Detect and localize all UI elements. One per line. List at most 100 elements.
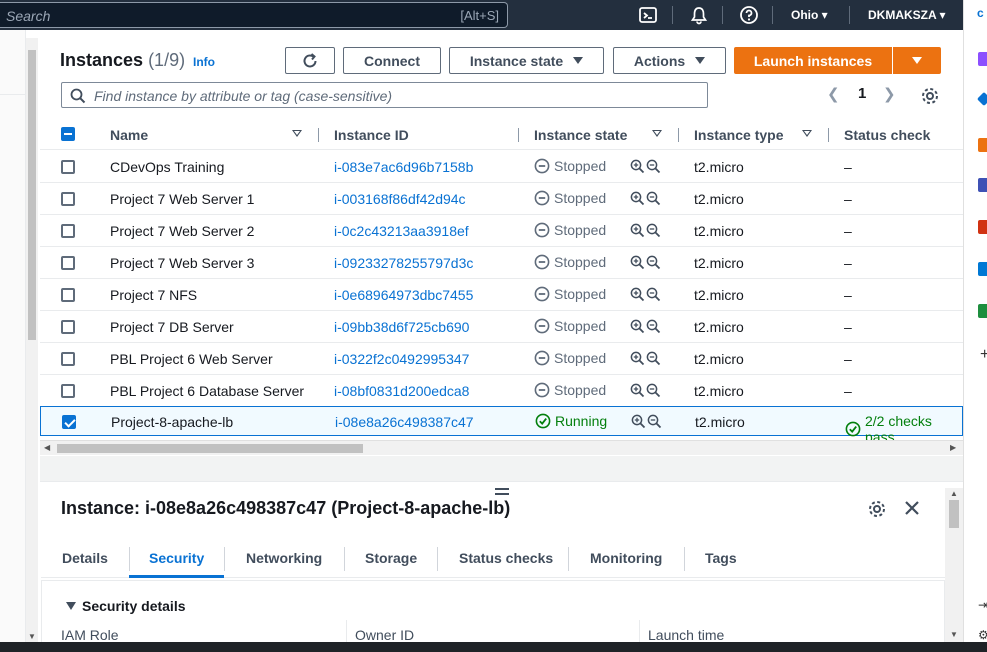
- dock-app-icon[interactable]: [978, 178, 987, 192]
- instance-id-link[interactable]: i-0e68964973dbc7455: [334, 287, 473, 303]
- tab-tags[interactable]: Tags: [705, 550, 737, 566]
- row-select-checkbox[interactable]: [62, 415, 76, 429]
- zoom-in-icon[interactable]: [631, 414, 646, 429]
- instance-id-link[interactable]: i-09bb38d6f725cb690: [334, 319, 469, 335]
- tab-monitoring[interactable]: Monitoring: [590, 550, 662, 566]
- scroll-down-icon[interactable]: ▼: [28, 632, 36, 641]
- dock-app-icon[interactable]: [978, 220, 987, 234]
- help-icon[interactable]: [739, 5, 759, 25]
- detail-vertical-scrollbar[interactable]: ▲ ▼: [945, 488, 963, 642]
- zoom-out-icon[interactable]: [647, 414, 662, 429]
- region-selector[interactable]: Ohio ▾: [791, 8, 828, 22]
- scroll-right-icon[interactable]: ▶: [950, 443, 956, 452]
- refresh-button[interactable]: [285, 47, 335, 74]
- zoom-in-icon[interactable]: [630, 159, 645, 174]
- dock-app-icon[interactable]: [976, 91, 987, 107]
- table-row[interactable]: Project 7 Web Server 1 i-003168f86df42d94…: [40, 183, 963, 215]
- tab-networking[interactable]: Networking: [246, 550, 322, 566]
- table-row[interactable]: Project 7 Web Server 3 i-09233278255797d3…: [40, 247, 963, 279]
- sort-caret-icon[interactable]: [802, 130, 812, 137]
- cloudshell-icon[interactable]: [638, 5, 658, 25]
- instance-id-link[interactable]: i-0322f2c0492995347: [334, 351, 469, 367]
- current-page[interactable]: 1: [858, 85, 866, 102]
- main-vertical-scrollbar[interactable]: ▼: [26, 38, 38, 642]
- dock-app-icon[interactable]: [978, 304, 987, 318]
- tab-details[interactable]: Details: [62, 550, 108, 566]
- select-all-checkbox[interactable]: [61, 127, 75, 141]
- dock-app-icon[interactable]: [978, 52, 987, 66]
- dock-exit-icon[interactable]: ⇥: [978, 598, 987, 612]
- scrollbar-thumb[interactable]: [28, 50, 36, 340]
- table-row[interactable]: PBL Project 6 Web Server i-0322f2c0492995…: [40, 343, 963, 375]
- instance-id-link[interactable]: i-0c2c43213aa3918ef: [334, 223, 469, 239]
- row-select-checkbox[interactable]: [61, 160, 75, 174]
- zoom-in-icon[interactable]: [630, 255, 645, 270]
- security-details-toggle[interactable]: Security details: [66, 598, 186, 614]
- dock-add-icon[interactable]: +: [980, 346, 987, 364]
- zoom-in-icon[interactable]: [630, 223, 645, 238]
- scrollbar-thumb[interactable]: [57, 444, 363, 453]
- column-header-name[interactable]: Name: [110, 127, 148, 143]
- column-resizer[interactable]: [828, 128, 829, 142]
- launch-instances-button[interactable]: Launch instances: [734, 47, 892, 74]
- row-select-checkbox[interactable]: [61, 224, 75, 238]
- row-select-checkbox[interactable]: [61, 256, 75, 270]
- zoom-out-icon[interactable]: [646, 223, 661, 238]
- column-resizer[interactable]: [518, 128, 519, 142]
- instance-filter-input[interactable]: Find instance by attribute or tag (case-…: [61, 82, 708, 108]
- dock-app-icon[interactable]: c: [977, 6, 987, 20]
- global-search-input[interactable]: Search [Alt+S]: [0, 2, 508, 28]
- row-select-checkbox[interactable]: [61, 352, 75, 366]
- table-row[interactable]: Project 7 DB Server i-09bb38d6f725cb690 St…: [40, 311, 963, 343]
- zoom-in-icon[interactable]: [630, 351, 645, 366]
- next-page-icon[interactable]: ❯: [883, 85, 896, 103]
- table-row[interactable]: Project-8-apache-lb i-08e8a26c498387c47 Ru…: [40, 406, 963, 445]
- tab-storage[interactable]: Storage: [365, 550, 417, 566]
- column-resizer[interactable]: [678, 128, 679, 142]
- table-row[interactable]: Project 7 NFS i-0e68964973dbc7455 Stopped t…: [40, 279, 963, 311]
- scrollbar-thumb[interactable]: [949, 500, 959, 528]
- table-row[interactable]: Project 7 Web Server 2 i-0c2c43213aa3918e…: [40, 215, 963, 247]
- zoom-out-icon[interactable]: [646, 351, 661, 366]
- actions-dropdown[interactable]: Actions: [613, 47, 726, 74]
- tab-status-checks[interactable]: Status checks: [459, 550, 553, 566]
- split-panel-drag-handle[interactable]: [495, 488, 509, 496]
- table-horizontal-scrollbar[interactable]: ◀ ▶: [40, 440, 963, 455]
- row-select-checkbox[interactable]: [61, 320, 75, 334]
- notifications-bell-icon[interactable]: [689, 5, 709, 25]
- launch-options-dropdown[interactable]: [893, 47, 941, 74]
- previous-page-icon[interactable]: ❮: [827, 85, 840, 103]
- info-link[interactable]: Info: [193, 55, 215, 69]
- connect-button[interactable]: Connect: [343, 47, 441, 74]
- account-menu[interactable]: DKMAKSZA ▾: [868, 8, 946, 22]
- column-header-instance-type[interactable]: Instance type: [694, 127, 783, 143]
- instance-id-link[interactable]: i-08e8a26c498387c47: [335, 414, 474, 430]
- instance-id-link[interactable]: i-08bf0831d200edca8: [334, 383, 469, 399]
- zoom-in-icon[interactable]: [630, 319, 645, 334]
- instance-id-link[interactable]: i-083e7ac6d96b7158b: [334, 159, 473, 175]
- scroll-up-icon[interactable]: ▲: [950, 489, 958, 498]
- scroll-left-icon[interactable]: ◀: [44, 443, 50, 452]
- dock-settings-icon[interactable]: ⚙: [978, 628, 987, 642]
- close-icon[interactable]: [903, 499, 921, 517]
- split-panel-settings-gear-icon[interactable]: [867, 499, 887, 519]
- scroll-down-icon[interactable]: ▼: [950, 630, 958, 639]
- zoom-out-icon[interactable]: [646, 191, 661, 206]
- instance-id-link[interactable]: i-003168f86df42d94c: [334, 191, 466, 207]
- column-header-instance-state[interactable]: Instance state: [534, 127, 627, 143]
- zoom-in-icon[interactable]: [630, 383, 645, 398]
- instance-state-dropdown[interactable]: Instance state: [449, 47, 604, 74]
- zoom-out-icon[interactable]: [646, 319, 661, 334]
- table-row[interactable]: CDevOps Training i-083e7ac6d96b7158b Stopp…: [40, 151, 963, 183]
- dock-app-icon[interactable]: [978, 262, 987, 276]
- table-preferences-gear-icon[interactable]: [920, 86, 940, 106]
- zoom-in-icon[interactable]: [630, 287, 645, 302]
- row-select-checkbox[interactable]: [61, 384, 75, 398]
- column-resizer[interactable]: [318, 128, 319, 142]
- zoom-out-icon[interactable]: [646, 287, 661, 302]
- tab-security[interactable]: Security: [149, 550, 204, 566]
- zoom-in-icon[interactable]: [630, 191, 645, 206]
- table-row[interactable]: PBL Project 6 Database Server i-08bf0831d…: [40, 375, 963, 407]
- row-select-checkbox[interactable]: [61, 288, 75, 302]
- sort-caret-icon[interactable]: [652, 130, 662, 137]
